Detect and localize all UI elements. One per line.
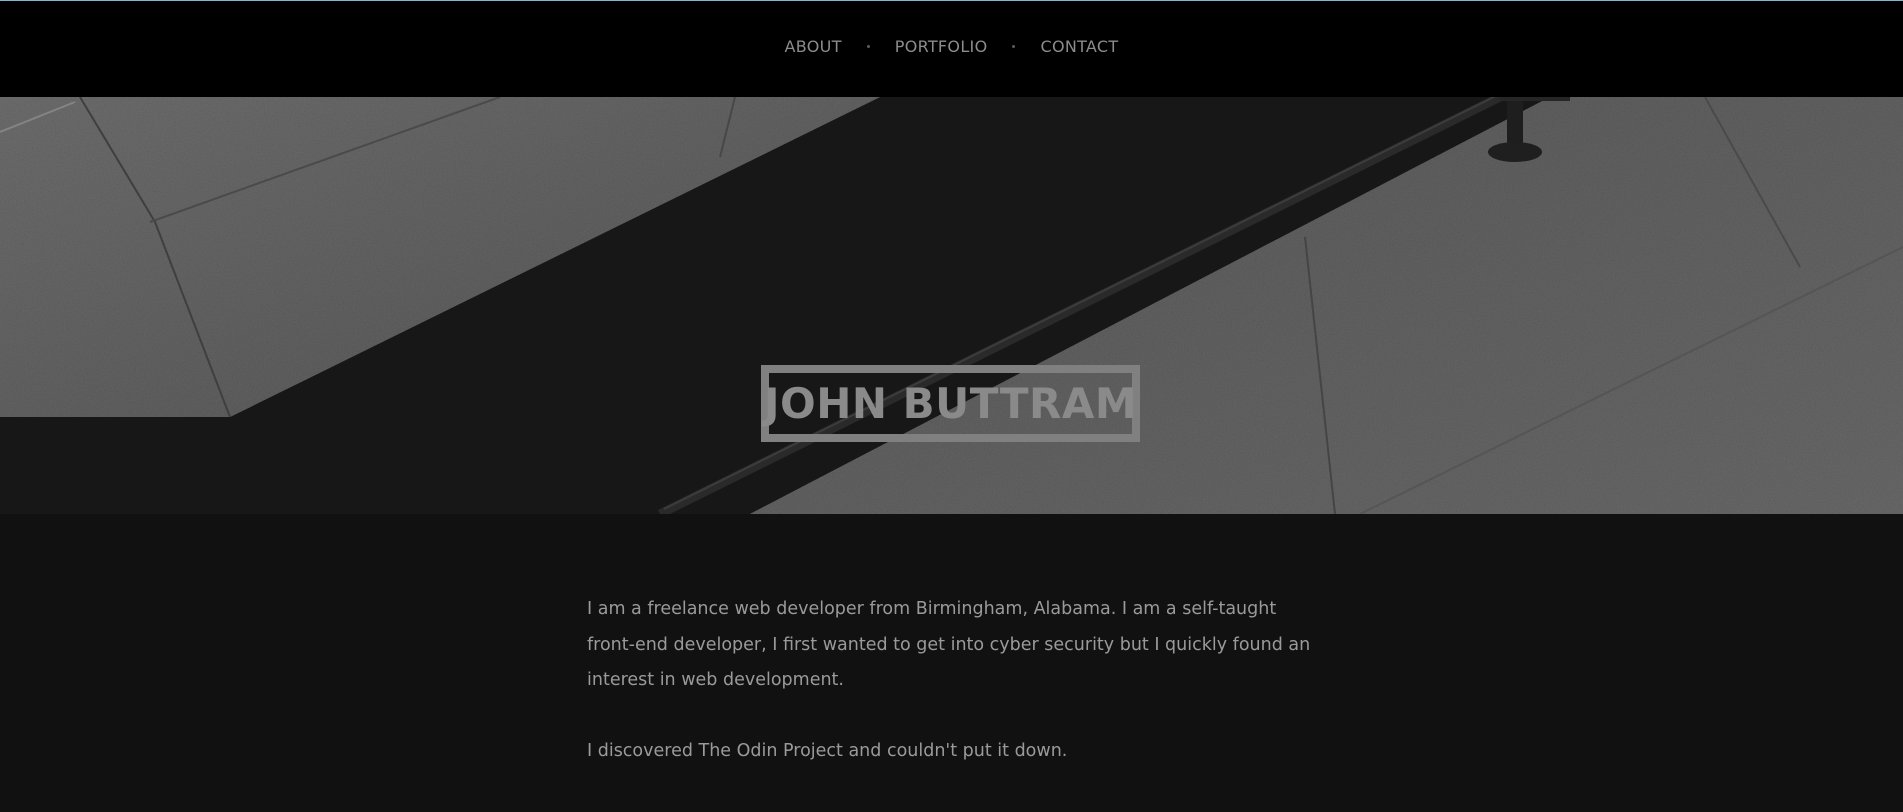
nav-link-about[interactable]: ABOUT [785, 37, 842, 56]
top-navigation: ABOUT PORTFOLIO CONTACT [0, 1, 1903, 97]
rail-post-base [1488, 142, 1542, 162]
hero-background-image [0, 97, 1903, 514]
nav-link-portfolio[interactable]: PORTFOLIO [895, 37, 988, 56]
nav-separator-dot [866, 44, 870, 48]
about-paragraph: I am a freelance web developer from Birm… [587, 599, 1311, 690]
about-paragraph: I discovered The Odin Project and couldn… [587, 740, 1068, 761]
nav-item-contact: CONTACT [1040, 37, 1118, 56]
nav-item-about: ABOUT [785, 37, 842, 56]
about-section: I am a freelance web developer from Birm… [587, 592, 1327, 804]
nav-item-portfolio: PORTFOLIO [895, 37, 988, 56]
hero-banner: JOHN BUTTRAM [0, 97, 1903, 514]
hero-title: JOHN BUTTRAM [763, 378, 1138, 428]
nav-list: ABOUT PORTFOLIO CONTACT [785, 37, 1119, 56]
nav-separator-dot [1012, 44, 1016, 48]
hero-title-box: JOHN BUTTRAM [761, 365, 1140, 442]
nav-link-contact[interactable]: CONTACT [1040, 37, 1118, 56]
